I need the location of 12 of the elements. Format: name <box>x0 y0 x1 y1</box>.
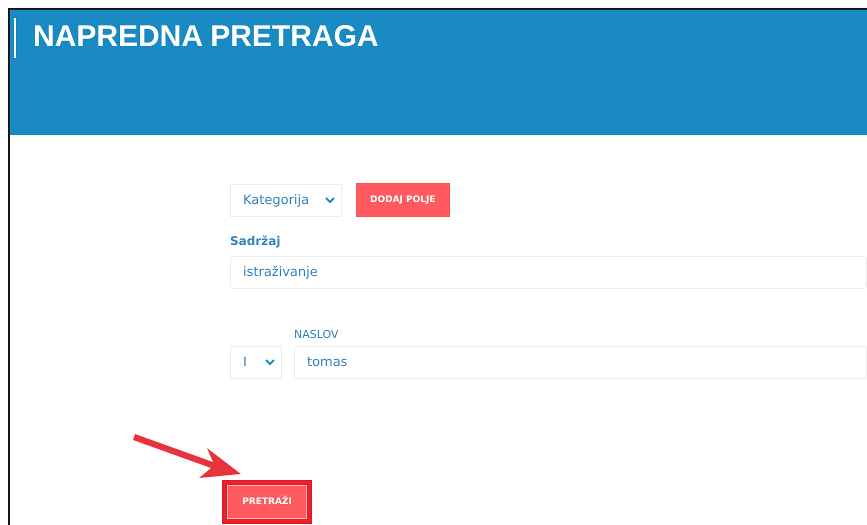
page-title: NAPREDNA PRETRAGA <box>33 20 379 54</box>
field-dropdown[interactable]: Kategorija <box>230 184 342 216</box>
field-label: Sadržaj <box>230 234 282 248</box>
input-field[interactable]: istraživanje <box>230 256 867 289</box>
chevron-down-icon <box>325 196 335 204</box>
search-button[interactable]: PRETRAŽI <box>227 485 307 519</box>
title-rule <box>14 18 16 58</box>
input-field[interactable]: tomas <box>294 346 867 379</box>
add-field-button[interactable]: DODAJ POLJE <box>356 183 450 217</box>
field-label: NASLOV <box>294 328 340 341</box>
operator-dropdown[interactable]: I <box>230 346 282 379</box>
chevron-down-icon <box>265 359 275 366</box>
